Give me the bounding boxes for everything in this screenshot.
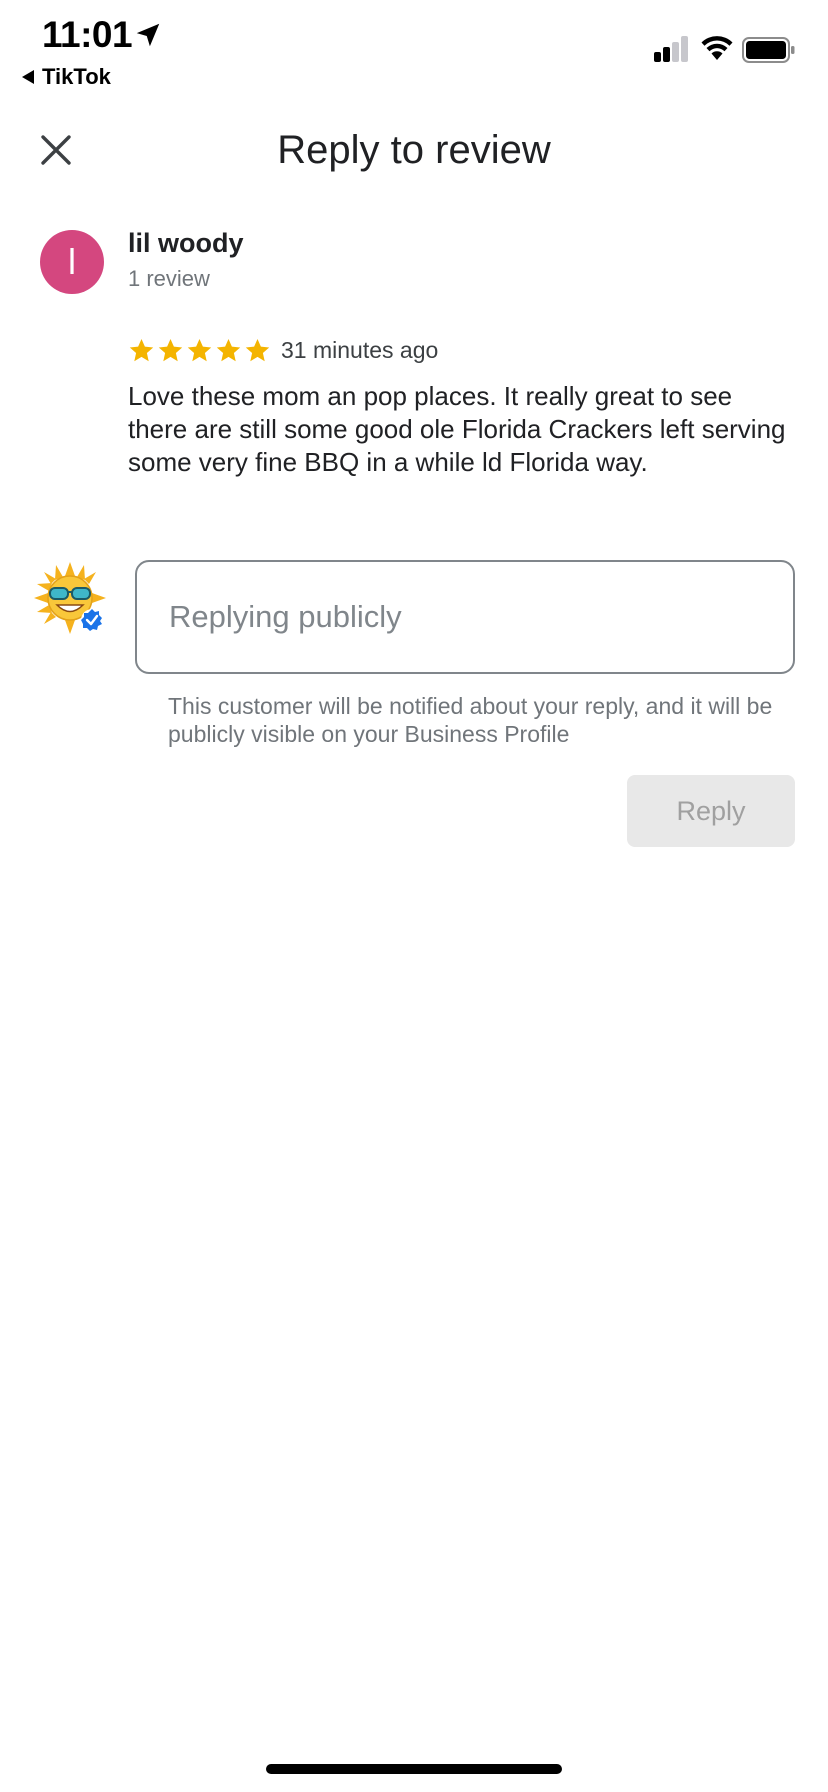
avatar-letter: l — [68, 241, 76, 282]
star-rating — [128, 337, 271, 364]
wifi-icon — [701, 36, 733, 60]
status-time: 11:01 — [42, 14, 133, 55]
back-triangle-icon — [22, 70, 34, 84]
app-header: Reply to review — [0, 108, 828, 198]
location-arrow-icon — [136, 23, 160, 47]
star-icon — [187, 338, 212, 361]
back-app-label: TikTok — [42, 64, 111, 89]
reviewer-avatar: l — [40, 230, 104, 294]
review-text: Love these mom an pop places. It really … — [128, 381, 786, 477]
reply-input[interactable] — [135, 560, 795, 674]
page-title: Reply to review — [277, 128, 551, 172]
star-icon — [158, 338, 183, 361]
home-indicator[interactable] — [266, 1764, 562, 1774]
back-to-app-link[interactable]: TikTok — [22, 64, 111, 90]
reply-button[interactable]: Reply — [627, 775, 795, 847]
business-avatar-sun-icon — [34, 562, 106, 634]
review-timestamp: 31 minutes ago — [281, 336, 439, 363]
status-bar: 11:01 TikTok — [0, 0, 828, 100]
reviewer-review-count: 1 review — [128, 266, 210, 291]
cellular-signal-icon — [654, 36, 688, 62]
reply-visibility-notice: This customer will be notified about you… — [168, 693, 773, 747]
star-icon — [216, 338, 241, 361]
battery-icon — [742, 37, 795, 63]
star-icon — [129, 338, 154, 361]
rating-row: 31 minutes ago — [128, 335, 438, 365]
reviewer-name: lil woody — [128, 228, 244, 258]
star-icon — [245, 338, 270, 361]
